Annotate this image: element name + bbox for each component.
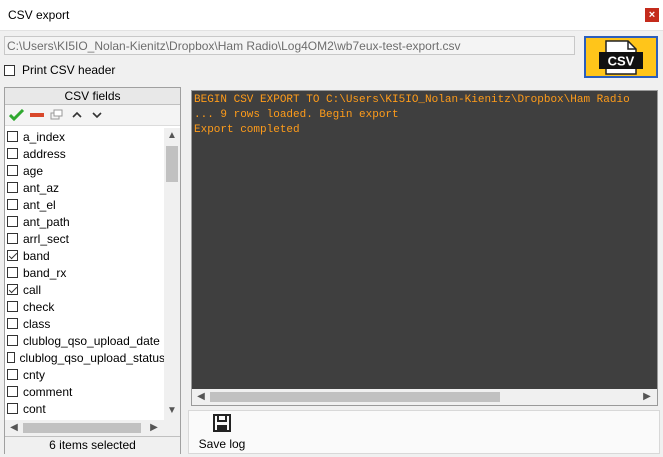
export-log-text: BEGIN CSV EXPORT TO C:\Users\KI5IO_Nolan… [194, 93, 655, 383]
fields-panel-title: CSV fields [5, 88, 180, 105]
field-row[interactable]: arrl_sect [5, 230, 165, 247]
field-label: band_rx [23, 265, 67, 280]
field-label: clublog_qso_upload_status [19, 350, 165, 365]
field-row[interactable]: band_rx [5, 264, 165, 281]
floppy-disk-icon [213, 414, 231, 432]
field-row[interactable]: check [5, 298, 165, 315]
field-row[interactable]: comment [5, 383, 165, 400]
log-line: Export completed [194, 124, 300, 136]
field-row[interactable]: clublog_qso_upload_date [5, 332, 165, 349]
field-label: class [23, 316, 51, 331]
check-all-icon[interactable] [7, 106, 27, 124]
field-label: address [23, 146, 66, 161]
field-label: check [23, 299, 55, 314]
field-checkbox[interactable] [7, 216, 18, 227]
log-line: BEGIN CSV EXPORT TO C:\Users\KI5IO_Nolan… [194, 94, 630, 106]
field-row[interactable]: cont [5, 400, 165, 417]
field-row[interactable]: a_index [5, 128, 165, 145]
field-label: ant_path [23, 214, 70, 229]
fields-hscroll-thumb[interactable] [23, 423, 141, 433]
field-label: ant_az [23, 180, 60, 195]
field-checkbox[interactable] [7, 233, 18, 244]
field-row[interactable]: class [5, 315, 165, 332]
fields-vscroll-thumb[interactable] [166, 146, 178, 182]
fields-horizontal-scrollbar[interactable]: ◀ ▶ [5, 420, 180, 436]
log-horizontal-scrollbar[interactable]: ◀ ▶ [192, 389, 657, 405]
field-label: band [23, 248, 50, 263]
field-checkbox[interactable] [7, 301, 18, 312]
field-checkbox[interactable] [7, 267, 18, 278]
log-hscroll-thumb[interactable] [210, 392, 500, 402]
csv-file-icon: CSV [599, 40, 643, 75]
field-checkbox[interactable] [7, 369, 18, 380]
field-row[interactable]: call [5, 281, 165, 298]
field-row[interactable]: ant_az [5, 179, 165, 196]
field-label: clublog_qso_upload_date [23, 333, 160, 348]
field-checkbox[interactable] [7, 165, 18, 176]
scroll-right-arrow-icon[interactable]: ▶ [147, 421, 161, 435]
field-row[interactable]: age [5, 162, 165, 179]
field-label: call [23, 282, 42, 297]
save-toolbar: Save log [188, 410, 660, 454]
fields-list: a_indexaddress age ant_az ant_el ant_patharr… [5, 128, 165, 420]
print-header-option[interactable]: Print CSV header [4, 63, 115, 77]
log-scroll-left-arrow-icon[interactable]: ◀ [194, 390, 208, 404]
move-down-icon[interactable] [87, 106, 107, 124]
scroll-down-arrow-icon[interactable]: ▼ [165, 404, 179, 418]
uncheck-all-icon[interactable] [27, 106, 47, 124]
field-checkbox[interactable] [7, 148, 18, 159]
field-row[interactable]: clublog_qso_upload_status [5, 349, 165, 366]
save-log-button[interactable]: Save log [197, 414, 247, 452]
save-log-label: Save log [198, 437, 246, 451]
field-checkbox[interactable] [7, 386, 18, 397]
export-path-field[interactable]: C:\Users\KI5IO_Nolan-Kienitz\Dropbox\Ham… [4, 36, 575, 55]
field-row[interactable]: ant_el [5, 196, 165, 213]
field-label: comment [23, 384, 73, 399]
print-header-label: Print CSV header [22, 63, 116, 77]
scroll-left-arrow-icon[interactable]: ◀ [7, 421, 21, 435]
field-row[interactable]: cnty [5, 366, 165, 383]
field-checkbox[interactable] [7, 284, 18, 295]
field-checkbox[interactable] [7, 182, 18, 193]
field-checkbox[interactable] [7, 199, 18, 210]
csv-file-icon-button[interactable]: CSV [584, 36, 658, 78]
field-label: ant_el [23, 197, 56, 212]
field-checkbox[interactable] [7, 131, 18, 142]
field-label: age [23, 163, 44, 178]
export-log-panel: BEGIN CSV EXPORT TO C:\Users\KI5IO_Nolan… [191, 90, 658, 406]
field-label: cnty [23, 367, 46, 382]
close-button[interactable]: × [645, 8, 659, 22]
log-line: ... 9 rows loaded. Begin export [194, 109, 399, 121]
field-checkbox[interactable] [7, 335, 18, 346]
scroll-up-arrow-icon[interactable]: ▲ [165, 129, 179, 143]
window-title: CSV export [8, 8, 70, 22]
invert-selection-icon[interactable] [47, 106, 67, 124]
fields-vertical-scrollbar[interactable]: ▲ ▼ [164, 128, 180, 420]
move-up-icon[interactable] [67, 106, 87, 124]
field-label: a_index [23, 129, 66, 144]
field-row[interactable]: address [5, 145, 165, 162]
csv-fields-panel: CSV fields a_indexaddress age ant_az ant_el… [4, 87, 181, 454]
fields-toolbar [5, 105, 180, 126]
field-checkbox[interactable] [7, 318, 18, 329]
csv-icon-text: CSV [608, 54, 635, 69]
field-checkbox[interactable] [7, 250, 18, 261]
log-scroll-right-arrow-icon[interactable]: ▶ [640, 390, 654, 404]
title-bar: CSV export × [0, 0, 663, 31]
field-row[interactable]: ant_path [5, 213, 165, 230]
selected-count-status: 6 items selected [5, 436, 180, 454]
field-checkbox[interactable] [7, 352, 15, 363]
field-label: arrl_sect [23, 231, 70, 246]
field-label: cont [23, 401, 46, 416]
print-header-checkbox[interactable] [4, 64, 15, 76]
field-row[interactable]: band [5, 247, 165, 264]
field-checkbox[interactable] [7, 403, 18, 414]
